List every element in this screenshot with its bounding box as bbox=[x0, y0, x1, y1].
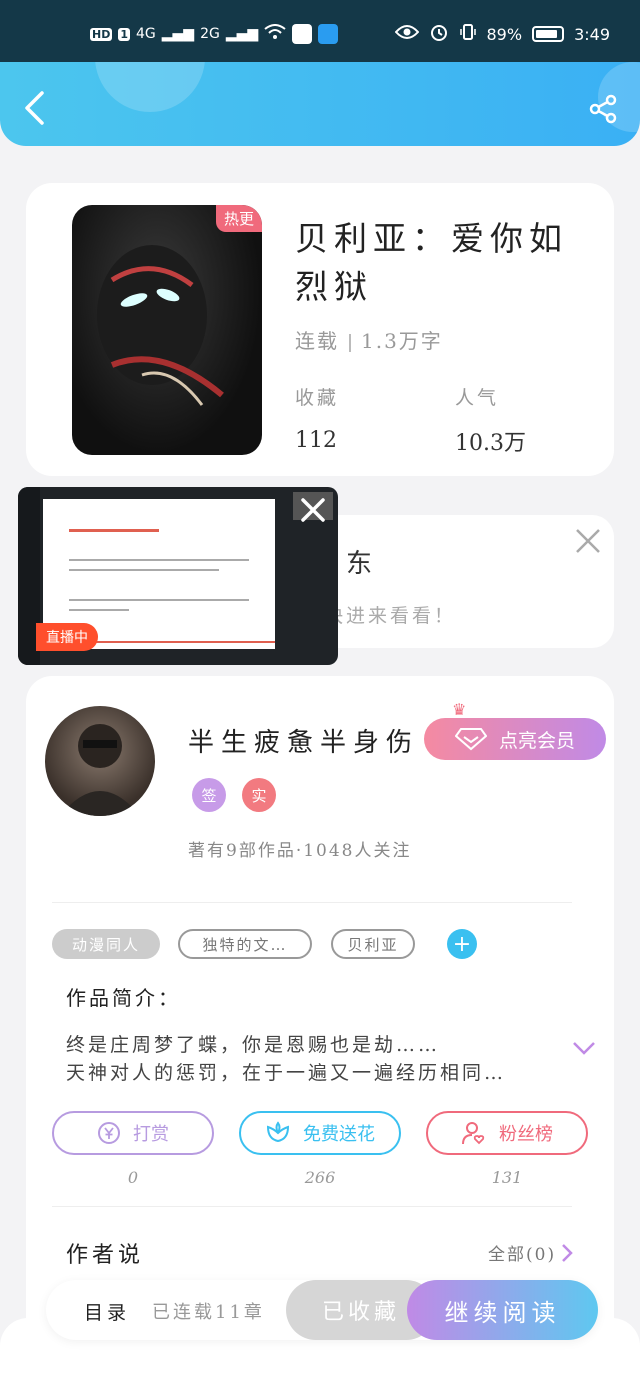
cover-artwork bbox=[97, 245, 224, 406]
author-says-all-link[interactable]: 全部(0) bbox=[488, 1240, 574, 1265]
back-button[interactable] bbox=[22, 90, 46, 130]
all-link-label: 全部(0) bbox=[488, 1245, 557, 1265]
intro-label: 作品简介： bbox=[66, 986, 181, 1010]
slide-text-line bbox=[69, 559, 249, 561]
eye-icon bbox=[394, 24, 419, 44]
collect-label: 收藏 bbox=[295, 387, 340, 409]
status-bar: HD 1 4G ▂▄▆ 2G ▂▄▆ 89% 3:49 bbox=[0, 0, 640, 62]
vibrate-icon bbox=[459, 23, 477, 45]
author-avatar[interactable] bbox=[45, 706, 155, 816]
battery-icon bbox=[532, 26, 565, 42]
reward-label: 打赏 bbox=[133, 1124, 169, 1145]
yen-coin-icon bbox=[98, 1122, 120, 1144]
book-meta: 连载 1.3万字 bbox=[295, 325, 443, 354]
flower-count: 266 bbox=[304, 1168, 336, 1187]
promo-subtitle: 快进来看看！ bbox=[324, 605, 457, 627]
wifi-icon bbox=[264, 24, 286, 44]
search-app-icon bbox=[318, 24, 339, 44]
author-name[interactable]: 半生疲惫半身伤 bbox=[188, 722, 419, 759]
fan-ranking-button[interactable]: 粉丝榜 bbox=[426, 1111, 588, 1155]
battery-percent: 89% bbox=[486, 24, 523, 44]
alarm-icon bbox=[429, 22, 449, 46]
network-2: 2G bbox=[200, 26, 220, 42]
continue-reading-button[interactable]: 继续阅读 bbox=[407, 1280, 598, 1340]
serial-status: 连载 bbox=[295, 329, 339, 353]
collect-value: 112 bbox=[295, 428, 337, 453]
divider bbox=[52, 1206, 572, 1207]
send-flower-label: 免费送花 bbox=[303, 1124, 375, 1145]
network-1: 4G bbox=[136, 26, 156, 42]
book-cover[interactable]: 热更 bbox=[72, 205, 262, 455]
tag-unique-style[interactable]: 独特的文… bbox=[178, 929, 312, 959]
promo-title: 东 bbox=[346, 549, 373, 579]
table-of-contents-button[interactable]: 目录 bbox=[84, 1298, 130, 1325]
hd-indicator: HD bbox=[90, 27, 113, 41]
serialized-chapters[interactable]: 已连载11章 bbox=[152, 1298, 265, 1324]
intro-line-1: 终是庄周梦了蝶，你是恩赐也是劫…… bbox=[66, 1034, 441, 1056]
vip-button-label: 点亮会员 bbox=[498, 729, 575, 752]
app-header bbox=[0, 62, 640, 146]
chevron-left-icon bbox=[25, 91, 44, 125]
popularity-value: 10.3万 bbox=[455, 431, 526, 456]
reward-count: 0 bbox=[127, 1168, 139, 1187]
diamond-icon bbox=[454, 728, 487, 751]
video-close-button[interactable] bbox=[298, 495, 328, 529]
qq-app-icon bbox=[292, 24, 313, 44]
slide-text-line bbox=[69, 569, 219, 571]
tag-belial[interactable]: 贝利亚 bbox=[331, 929, 415, 959]
live-video-overlay[interactable]: 直播中 bbox=[18, 487, 338, 665]
header-bubble-decoration bbox=[95, 62, 205, 112]
fan-user-icon bbox=[462, 1122, 485, 1145]
promo-close-button[interactable] bbox=[574, 527, 602, 559]
book-title: 贝利亚：爱你如烈狱 bbox=[295, 219, 568, 306]
flower-icon bbox=[266, 1121, 290, 1143]
activate-vip-button[interactable]: 点亮会员 bbox=[424, 718, 606, 760]
sim-indicator: 1 bbox=[118, 27, 130, 41]
share-button[interactable] bbox=[588, 94, 618, 128]
share-icon bbox=[589, 94, 617, 124]
hot-update-tag: 热更 bbox=[215, 205, 262, 232]
meta-divider bbox=[349, 333, 351, 352]
popularity-label: 人气 bbox=[455, 387, 500, 409]
add-tag-button[interactable]: + bbox=[447, 929, 477, 959]
signal-icon: ▂▄▆ bbox=[161, 26, 195, 42]
crown-icon: ♛ bbox=[452, 700, 467, 719]
fan-count: 131 bbox=[491, 1168, 523, 1187]
battery-fill bbox=[536, 30, 558, 38]
chevron-down-icon bbox=[573, 1042, 595, 1055]
expand-intro-button[interactable] bbox=[572, 1040, 596, 1060]
intro-line-2: 天神对人的惩罚，在于一遍又一遍经历相同… bbox=[66, 1062, 507, 1084]
send-flower-button[interactable]: 免费送花 bbox=[239, 1111, 401, 1155]
close-icon bbox=[301, 498, 325, 522]
author-says-title: 作者说 bbox=[66, 1243, 145, 1268]
signal-icon-2: ▂▄▆ bbox=[225, 26, 259, 42]
signed-badge: 签 bbox=[192, 778, 226, 812]
word-count: 1.3万字 bbox=[361, 329, 443, 353]
clock: 3:49 bbox=[574, 24, 610, 44]
author-works-summary: 著有9部作品·1048人关注 bbox=[188, 841, 412, 861]
avatar-image bbox=[60, 724, 140, 816]
tag-anime-fanfic[interactable]: 动漫同人 bbox=[52, 929, 160, 959]
chevron-right-icon bbox=[562, 1243, 573, 1262]
status-left: HD 1 4G ▂▄▆ 2G ▂▄▆ bbox=[90, 24, 339, 44]
fan-ranking-label: 粉丝榜 bbox=[499, 1124, 553, 1145]
verified-badge: 实 bbox=[242, 778, 276, 812]
status-right: 89% 3:49 bbox=[394, 22, 610, 46]
slide-text-line bbox=[69, 609, 129, 611]
close-icon bbox=[576, 529, 600, 553]
live-badge: 直播中 bbox=[36, 623, 98, 651]
divider bbox=[52, 902, 572, 903]
reward-button[interactable]: 打赏 bbox=[52, 1111, 214, 1155]
slide-heading-line bbox=[69, 529, 159, 532]
slide-text-line bbox=[69, 599, 249, 601]
